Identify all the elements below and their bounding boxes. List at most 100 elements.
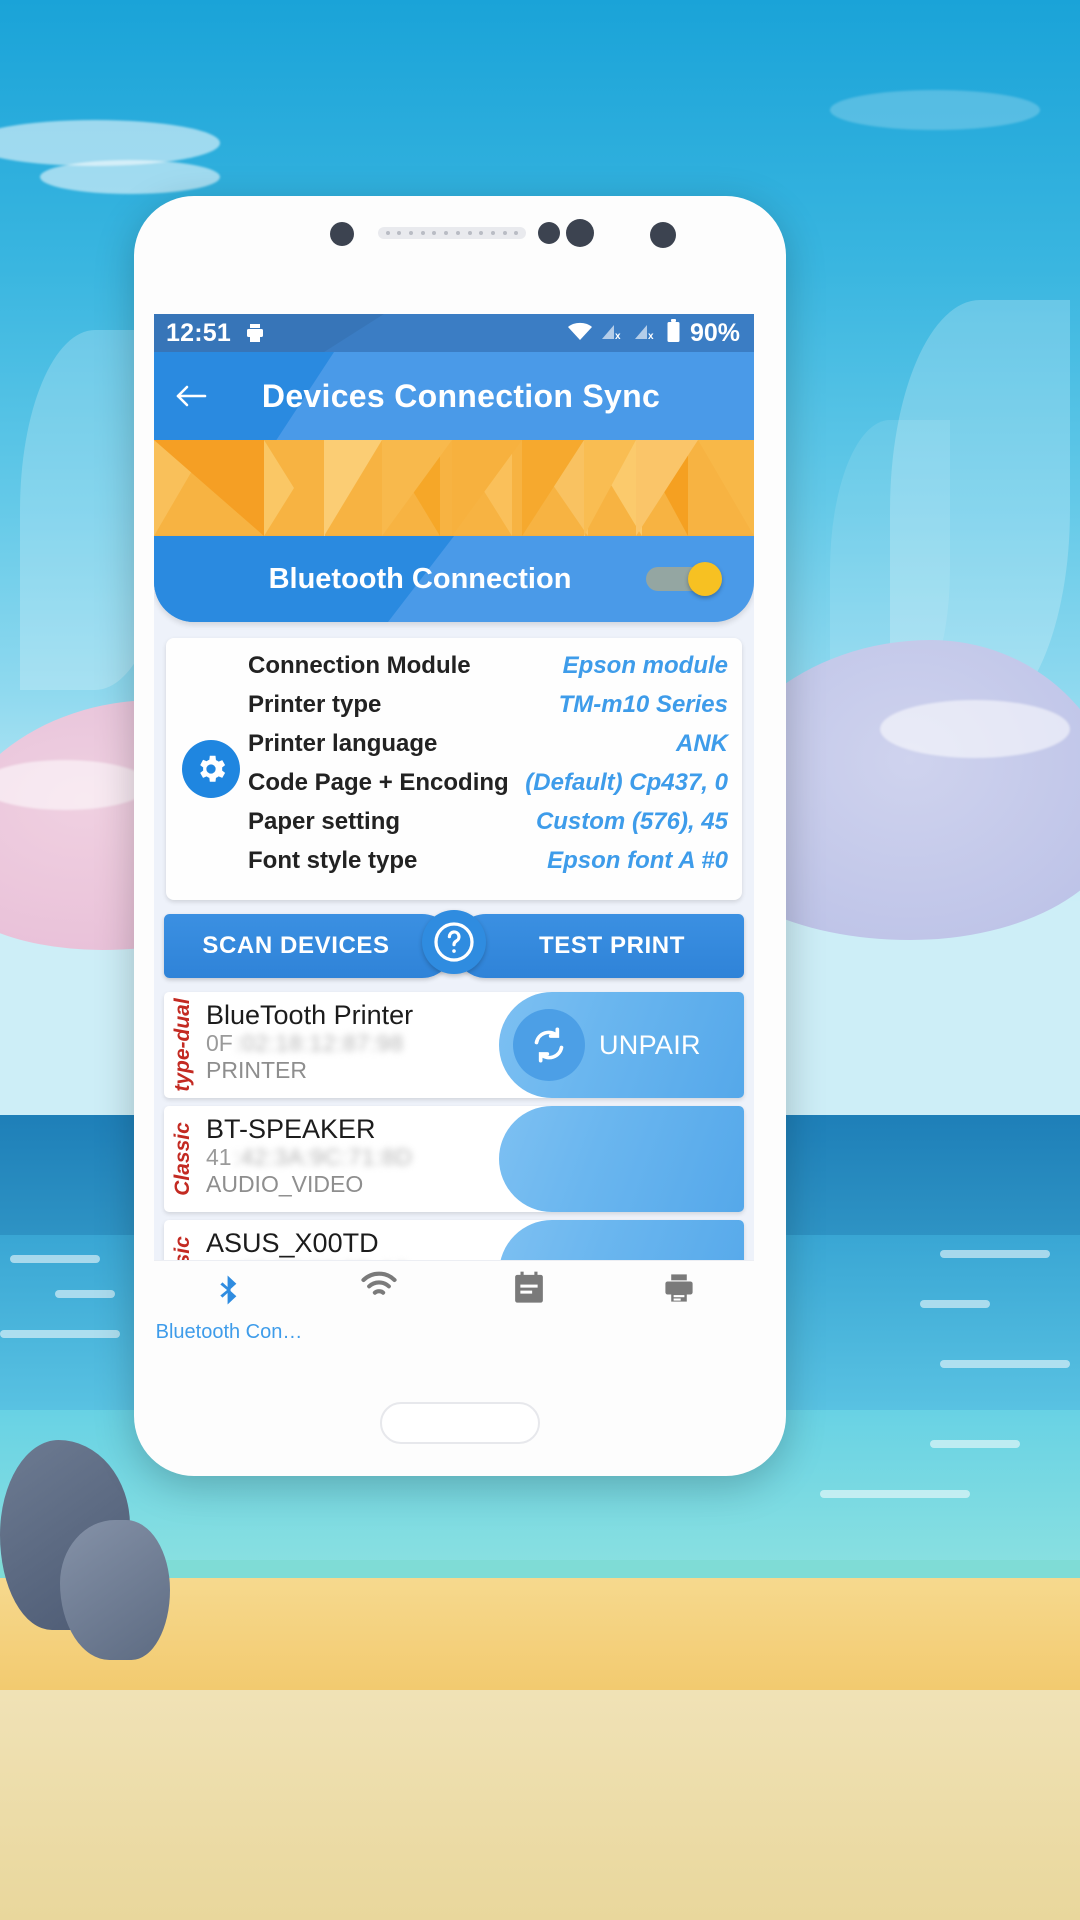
wave bbox=[940, 1250, 1050, 1258]
test-print-button[interactable]: TEST PRINT bbox=[454, 914, 744, 978]
signal-no-sim-icon: x bbox=[633, 321, 659, 346]
settings-row-label: Printer type bbox=[248, 691, 382, 718]
nav-item-notes[interactable] bbox=[454, 1271, 604, 1317]
settings-row-label: Font style type bbox=[248, 847, 418, 874]
bluetooth-icon bbox=[212, 1271, 246, 1314]
printer-settings-card[interactable]: Connection Module Epson module Printer t… bbox=[166, 638, 742, 900]
device-info: BlueTooth Printer 0F :02:18:12:87:98 PRI… bbox=[202, 992, 499, 1098]
cloud bbox=[880, 700, 1070, 758]
status-bar-clock: 12:51 bbox=[166, 318, 231, 347]
back-button[interactable] bbox=[154, 352, 228, 440]
bluetooth-connection-card: Bluetooth Connection bbox=[154, 536, 754, 622]
svg-text:x: x bbox=[648, 331, 654, 341]
settings-row-value: TM-m10 Series bbox=[558, 691, 728, 718]
app-bar: Devices Connection Sync bbox=[154, 352, 754, 440]
device-name: BT-SPEAKER bbox=[206, 1114, 376, 1144]
scan-devices-button[interactable]: SCAN DEVICES bbox=[164, 914, 454, 978]
device-type-tag: type-dual bbox=[164, 992, 202, 1098]
front-camera-icon bbox=[650, 222, 676, 248]
cloud bbox=[40, 160, 220, 194]
settings-row-value: Custom (576), 45 bbox=[535, 808, 728, 835]
settings-row-label: Code Page + Encoding bbox=[248, 769, 509, 796]
page-title: Devices Connection Sync bbox=[261, 377, 661, 414]
settings-icon-wrap bbox=[174, 740, 248, 798]
device-type-tag-label: type-dual bbox=[171, 998, 194, 1092]
device-mac-address: 41 :42:3A:9C:71:8D bbox=[206, 1144, 495, 1171]
device-mac-masked: :42:3A:9C:71:8D bbox=[233, 1144, 413, 1171]
phone-screen: 12:51 x x 90% Devices Connection Sync Bl… bbox=[154, 314, 754, 1360]
settings-row-label: Printer language bbox=[248, 730, 438, 757]
unpair-button-label: UNPAIR bbox=[599, 1029, 701, 1060]
pair-button[interactable] bbox=[499, 1106, 744, 1212]
earpiece-speaker bbox=[378, 227, 526, 239]
beach-foreground bbox=[0, 1690, 1080, 1920]
phone-top-bezel bbox=[134, 196, 786, 304]
svg-text:x: x bbox=[615, 331, 621, 341]
cloud bbox=[0, 120, 220, 166]
settings-row[interactable]: Printer language ANK bbox=[248, 730, 728, 769]
home-button[interactable] bbox=[380, 1402, 540, 1444]
decorative-banner bbox=[154, 440, 754, 536]
cloud bbox=[830, 90, 1040, 130]
device-mac-visible: 0F bbox=[206, 1030, 233, 1057]
status-bar-icons: x x 90% bbox=[567, 318, 740, 348]
wave bbox=[55, 1290, 115, 1298]
printer-icon bbox=[243, 321, 267, 345]
device-class: AUDIO_VIDEO bbox=[206, 1171, 364, 1198]
sensor-icon bbox=[538, 222, 560, 244]
device-mac-visible: 41 bbox=[206, 1144, 232, 1171]
action-button-bar: SCAN DEVICES TEST PRINT bbox=[164, 910, 744, 978]
settings-row[interactable]: Paper setting Custom (576), 45 bbox=[248, 808, 728, 847]
wave bbox=[820, 1490, 970, 1498]
unpair-button[interactable]: UNPAIR bbox=[499, 992, 744, 1098]
list-item[interactable]: type-dual BlueTooth Printer 0F :02:18:12… bbox=[164, 992, 744, 1098]
settings-row-value: (Default) Cp437, 0 bbox=[525, 769, 728, 796]
foreground-rock bbox=[60, 1520, 170, 1660]
wifi-icon bbox=[567, 321, 593, 346]
wave bbox=[10, 1255, 100, 1263]
battery-icon bbox=[666, 318, 681, 348]
device-type-tag-label: Classic bbox=[171, 1122, 194, 1196]
wave bbox=[920, 1300, 990, 1308]
status-bar: 12:51 x x 90% bbox=[154, 314, 754, 352]
sync-icon bbox=[513, 1009, 585, 1081]
settings-row[interactable]: Font style type Epson font A #0 bbox=[248, 847, 728, 886]
nav-item-printer[interactable] bbox=[604, 1271, 754, 1317]
wave bbox=[930, 1440, 1020, 1448]
notes-icon bbox=[513, 1271, 545, 1310]
printer-icon bbox=[661, 1271, 697, 1310]
nav-item-bluetooth[interactable]: Bluetooth Con… bbox=[154, 1271, 304, 1344]
nav-item-bluetooth-label: Bluetooth Con… bbox=[155, 1321, 303, 1343]
list-item[interactable]: Classic BT-SPEAKER 41 :42:3A:9C:71:8D AU… bbox=[164, 1106, 744, 1212]
device-mac-masked: :02:18:12:87:98 bbox=[234, 1030, 404, 1057]
help-circle-icon[interactable] bbox=[422, 910, 486, 974]
settings-row[interactable]: Printer type TM-m10 Series bbox=[248, 691, 728, 730]
wave bbox=[0, 1330, 120, 1338]
toggle-knob bbox=[688, 562, 722, 596]
bluetooth-connection-label: Bluetooth Connection bbox=[268, 562, 572, 595]
device-name: BlueTooth Printer bbox=[206, 1000, 414, 1030]
front-camera-icon bbox=[330, 222, 354, 246]
settings-row-value: Epson font A #0 bbox=[547, 847, 728, 874]
device-mac-address: 0F :02:18:12:87:98 bbox=[206, 1030, 495, 1057]
battery-percentage: 90% bbox=[689, 318, 740, 347]
wave bbox=[940, 1360, 1070, 1368]
device-class: PRINTER bbox=[206, 1057, 307, 1084]
device-info: BT-SPEAKER 41 :42:3A:9C:71:8D AUDIO_VIDE… bbox=[202, 1106, 499, 1212]
signal-no-sim-icon: x bbox=[600, 321, 626, 346]
settings-row-label: Connection Module bbox=[248, 652, 471, 679]
settings-row[interactable]: Code Page + Encoding (Default) Cp437, 0 bbox=[248, 769, 728, 808]
settings-row[interactable]: Connection Module Epson module bbox=[248, 652, 728, 691]
gear-icon bbox=[182, 740, 240, 798]
settings-row-label: Paper setting bbox=[248, 808, 401, 835]
arrow-left-icon bbox=[176, 385, 207, 407]
bottom-navigation-bar: Bluetooth Con… bbox=[154, 1260, 754, 1360]
nav-item-wifi[interactable] bbox=[304, 1271, 454, 1313]
settings-row-value: Epson module bbox=[562, 652, 728, 679]
device-type-tag: Classic bbox=[164, 1106, 202, 1212]
phone-device-frame: 12:51 x x 90% Devices Connection Sync Bl… bbox=[134, 196, 786, 1476]
settings-row-value: ANK bbox=[676, 730, 728, 757]
wifi-icon bbox=[360, 1271, 398, 1306]
device-name: ASUS_X00TD bbox=[206, 1228, 379, 1258]
bluetooth-toggle-switch[interactable] bbox=[646, 562, 722, 596]
